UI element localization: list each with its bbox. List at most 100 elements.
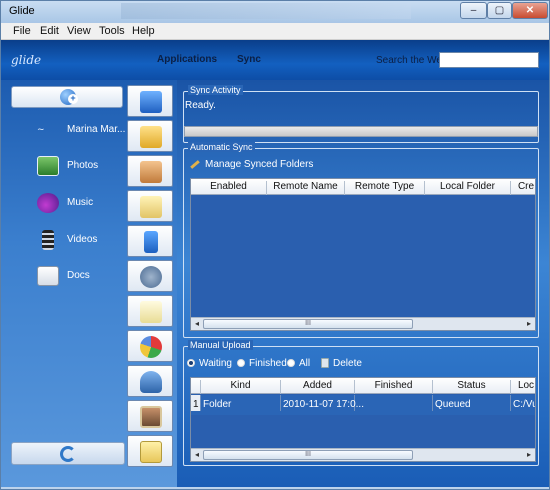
glide-logo: glide: [11, 53, 42, 67]
address-book-icon: [140, 161, 162, 183]
add-button[interactable]: +: [11, 86, 123, 108]
column-header[interactable]: Enabled: [191, 181, 267, 195]
filter-finished[interactable]: Finished: [237, 358, 287, 369]
menu-edit[interactable]: Edit: [40, 25, 59, 37]
nav-applications[interactable]: Applications: [157, 54, 217, 65]
menu-help[interactable]: Help: [132, 25, 155, 37]
sync-activity-title: Sync Activity: [188, 85, 243, 95]
sidebar-item-photos[interactable]: Photos: [37, 154, 129, 178]
tool-notes[interactable]: [127, 435, 173, 467]
manual-upload-title: Manual Upload: [188, 340, 253, 350]
cell-kind: Folder: [201, 395, 281, 411]
sidebar-item-videos[interactable]: Videos: [37, 228, 129, 252]
background-taskbar-ghost: [121, 3, 411, 19]
trash-icon: [321, 358, 329, 369]
documents-icon: [37, 266, 59, 286]
plus-icon: +: [68, 94, 78, 104]
cell-status: Queued: [433, 395, 511, 411]
radio-icon: [287, 359, 295, 368]
sync-now-button[interactable]: [11, 442, 125, 465]
menu-bar: File Edit View Tools Help: [1, 23, 549, 40]
manage-synced-folders-link[interactable]: Manage Synced Folders: [190, 159, 313, 170]
maximize-button[interactable]: ▢: [487, 2, 512, 19]
automatic-sync-group: Automatic Sync Manage Synced Folders Ena…: [183, 142, 539, 338]
refresh-icon: [60, 446, 76, 462]
scroll-left-icon[interactable]: ◂: [191, 449, 203, 461]
cell-added: 2010-11-07 17:0...: [281, 395, 364, 411]
scroll-right-icon[interactable]: ▸: [523, 318, 535, 330]
sidebar-item-music[interactable]: Music: [37, 191, 129, 215]
tool-photo-frame[interactable]: [127, 400, 173, 432]
delete-label: Delete: [333, 358, 362, 369]
tool-notifications[interactable]: [127, 365, 173, 397]
tool-desktop[interactable]: [127, 85, 173, 117]
menu-tools[interactable]: Tools: [99, 25, 125, 37]
tool-settings[interactable]: [127, 260, 173, 292]
photos-icon: [37, 156, 59, 176]
column-header[interactable]: Cre: [511, 181, 535, 195]
sidebar: + ~ Marina Mar... Photos Music Videos Do…: [1, 80, 131, 487]
sidebar-item-label: Docs: [67, 270, 90, 281]
window-title: Glide: [9, 5, 35, 17]
scroll-thumb[interactable]: III: [203, 319, 413, 329]
manage-synced-folders-label: Manage Synced Folders: [205, 159, 314, 170]
tool-charts[interactable]: [127, 330, 173, 362]
sidebar-item-profile[interactable]: ~ Marina Mar...: [37, 118, 129, 142]
tool-calendar[interactable]: [127, 190, 173, 222]
scroll-thumb[interactable]: III: [203, 450, 413, 460]
row-index: 1: [191, 395, 201, 411]
cell-location: C:/Vue: [513, 399, 535, 410]
cell-finished: [355, 395, 433, 411]
sidebar-item-label: Videos: [67, 234, 98, 245]
music-icon: [37, 193, 59, 213]
filter-label: Finished: [249, 358, 287, 369]
tool-address-book[interactable]: [127, 155, 173, 187]
table-row[interactable]: 1 Folder 2010-11-07 17:0... Queued C:/Vu…: [191, 395, 535, 415]
filter-all[interactable]: All: [287, 358, 310, 369]
app-header: glide Applications Sync Search the Web: [1, 40, 549, 80]
column-header-index: [191, 380, 201, 394]
title-bar[interactable]: Glide ‒ ▢ ✕: [1, 1, 549, 23]
manual-upload-group: Manual Upload Waiting Finished All Delet…: [183, 340, 539, 466]
column-header[interactable]: Status: [433, 380, 511, 394]
photo-frame-icon: [140, 406, 162, 428]
horizontal-scrollbar[interactable]: ◂ III ▸: [191, 317, 535, 330]
delete-button[interactable]: Delete: [321, 358, 362, 369]
sidebar-item-label: Marina Mar...: [67, 124, 126, 135]
column-header[interactable]: Added: [281, 380, 355, 394]
column-header[interactable]: Remote Name: [267, 181, 345, 195]
scroll-right-icon[interactable]: ▸: [523, 449, 535, 461]
search-input[interactable]: [439, 52, 539, 68]
film-icon: [42, 230, 54, 250]
filter-waiting[interactable]: Waiting: [187, 358, 232, 369]
app-window: Glide ‒ ▢ ✕ File Edit View Tools Help gl…: [0, 0, 550, 490]
column-header[interactable]: Remote Type: [345, 181, 425, 195]
column-header[interactable]: Local Folder: [425, 181, 511, 195]
tool-folder[interactable]: [127, 120, 173, 152]
column-header[interactable]: Kind: [201, 380, 281, 394]
tool-notebook[interactable]: [127, 225, 173, 257]
nav-sync[interactable]: Sync: [237, 54, 261, 65]
upload-filter-bar: Waiting Finished All Delete: [187, 358, 537, 372]
menu-view[interactable]: View: [67, 25, 91, 37]
table-header: Enabled Remote Name Remote Type Local Fo…: [191, 179, 535, 195]
sidebar-item-docs[interactable]: Docs: [37, 264, 129, 288]
tool-document-editor[interactable]: [127, 295, 173, 327]
sidebar-item-label: Photos: [67, 160, 99, 171]
desktop-icon: [140, 91, 162, 113]
radio-selected-icon: [187, 359, 195, 368]
column-header[interactable]: Finished: [355, 380, 433, 394]
menu-file[interactable]: File: [13, 25, 31, 37]
minimize-button[interactable]: ‒: [460, 2, 487, 19]
horizontal-scrollbar[interactable]: ◂ III ▸: [191, 448, 535, 461]
upload-queue-table: Kind Added Finished Status Loc 1 Folder …: [190, 377, 536, 462]
user-signature-icon: ~: [37, 125, 45, 135]
sidebar-item-label: Music: [67, 197, 94, 208]
automatic-sync-title: Automatic Sync: [188, 142, 255, 152]
filter-label: All: [299, 358, 311, 369]
note-icon: [140, 441, 162, 463]
column-header[interactable]: Loc: [511, 380, 535, 394]
close-button[interactable]: ✕: [512, 2, 548, 19]
scroll-left-icon[interactable]: ◂: [191, 318, 203, 330]
sync-progress-bar: [184, 126, 538, 137]
